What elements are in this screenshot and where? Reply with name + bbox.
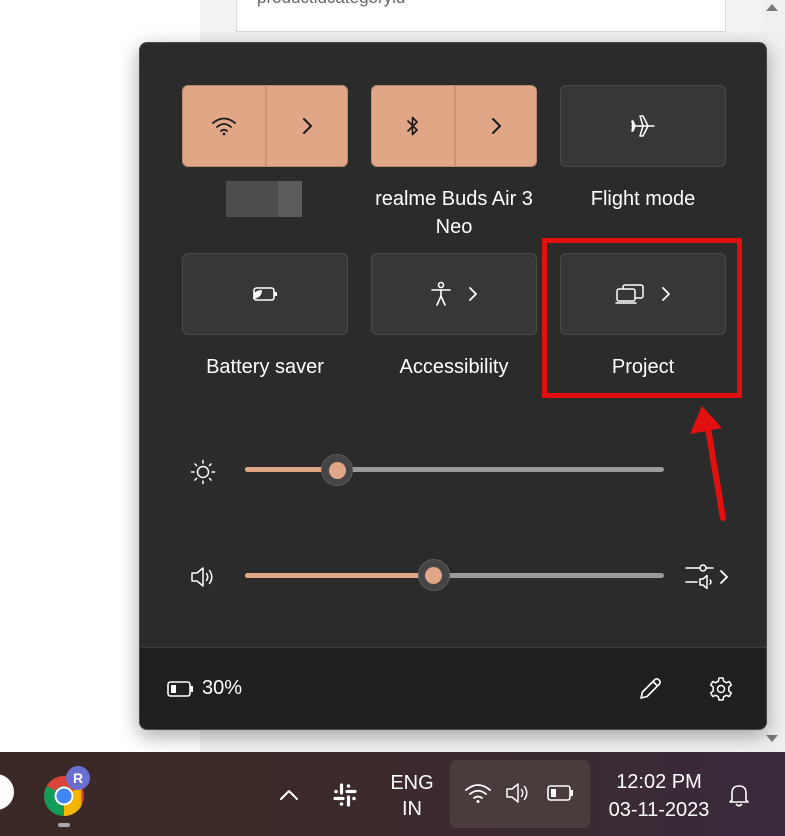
bluetooth-tile-label: realme Buds Air 3 Neo (375, 188, 533, 238)
bluetooth-tile[interactable] (371, 85, 537, 167)
quick-settings-footer: 30% (140, 647, 766, 729)
chevron-right-icon (492, 118, 501, 134)
annotation-arrow (690, 406, 726, 521)
wifi-toggle[interactable] (183, 86, 265, 166)
brightness-icon (186, 455, 220, 489)
bluetooth-icon (407, 116, 418, 136)
speaker-icon[interactable] (186, 560, 220, 594)
wifi-network-name-redacted (226, 181, 302, 217)
audio-output-icon (685, 564, 729, 590)
taskbar: R ENG IN 12:02 PM 03-11-2023 (0, 752, 785, 836)
language-indicator[interactable]: ENG IN (386, 770, 438, 822)
settings-button[interactable] (706, 674, 736, 704)
chevron-up-icon (280, 790, 298, 800)
brightness-slider[interactable] (245, 467, 664, 472)
background-input-text: productldcategoryld (257, 0, 405, 8)
clock-date: 03-11-2023 (608, 799, 710, 821)
battery-percent: 30% (202, 677, 243, 699)
volume-slider-fill (245, 573, 434, 578)
clock-time: 12:02 PM (616, 771, 702, 793)
scroll-down-icon[interactable] (766, 735, 778, 742)
accessibility-tile[interactable] (371, 253, 537, 335)
wifi-icon (212, 117, 236, 136)
pencil-icon (640, 678, 661, 699)
audio-output-button[interactable] (682, 558, 734, 594)
taskbar-app-partial[interactable] (0, 774, 14, 810)
accessibility-icon (431, 281, 451, 306)
volume-slider-thumb[interactable] (417, 559, 450, 591)
language-code: ENG (390, 772, 434, 794)
wifi-tile[interactable] (182, 85, 348, 167)
annotation-highlight-box (542, 238, 742, 398)
battery-icon (166, 678, 196, 700)
bell-icon (729, 785, 749, 807)
chrome-profile-badge: R (66, 766, 90, 790)
chevron-right-icon (469, 287, 477, 301)
battery-saver-icon (253, 287, 277, 301)
brightness-slider-thumb[interactable] (321, 454, 354, 486)
show-hidden-icons-button[interactable] (274, 780, 304, 810)
battery-icon (547, 785, 573, 801)
volume-slider[interactable] (245, 573, 664, 578)
wifi-more-button[interactable] (267, 86, 347, 166)
scroll-up-icon[interactable] (766, 4, 778, 11)
flight-mode-label: Flight mode (590, 188, 696, 210)
bluetooth-more-button[interactable] (456, 86, 536, 166)
wifi-icon (465, 784, 491, 803)
battery-saver-tile[interactable] (182, 253, 348, 335)
battery-saver-label: Battery saver (206, 356, 324, 378)
accessibility-label: Accessibility (399, 356, 509, 378)
chrome-running-indicator (58, 823, 70, 827)
clock[interactable]: 12:02 PM 03-11-2023 (598, 768, 720, 824)
slack-icon[interactable] (330, 780, 360, 810)
flight-mode-tile[interactable] (560, 85, 726, 167)
background-input-field[interactable]: productldcategoryld (236, 0, 726, 32)
language-region: IN (402, 798, 422, 820)
edit-button[interactable] (635, 674, 665, 704)
notification-button[interactable] (724, 780, 754, 810)
airplane-icon (631, 115, 655, 137)
bluetooth-toggle[interactable] (372, 86, 454, 166)
chevron-right-icon (303, 118, 312, 134)
system-tray-quick-settings-button[interactable] (450, 760, 590, 828)
gear-icon (709, 677, 733, 701)
speaker-icon (506, 783, 528, 803)
